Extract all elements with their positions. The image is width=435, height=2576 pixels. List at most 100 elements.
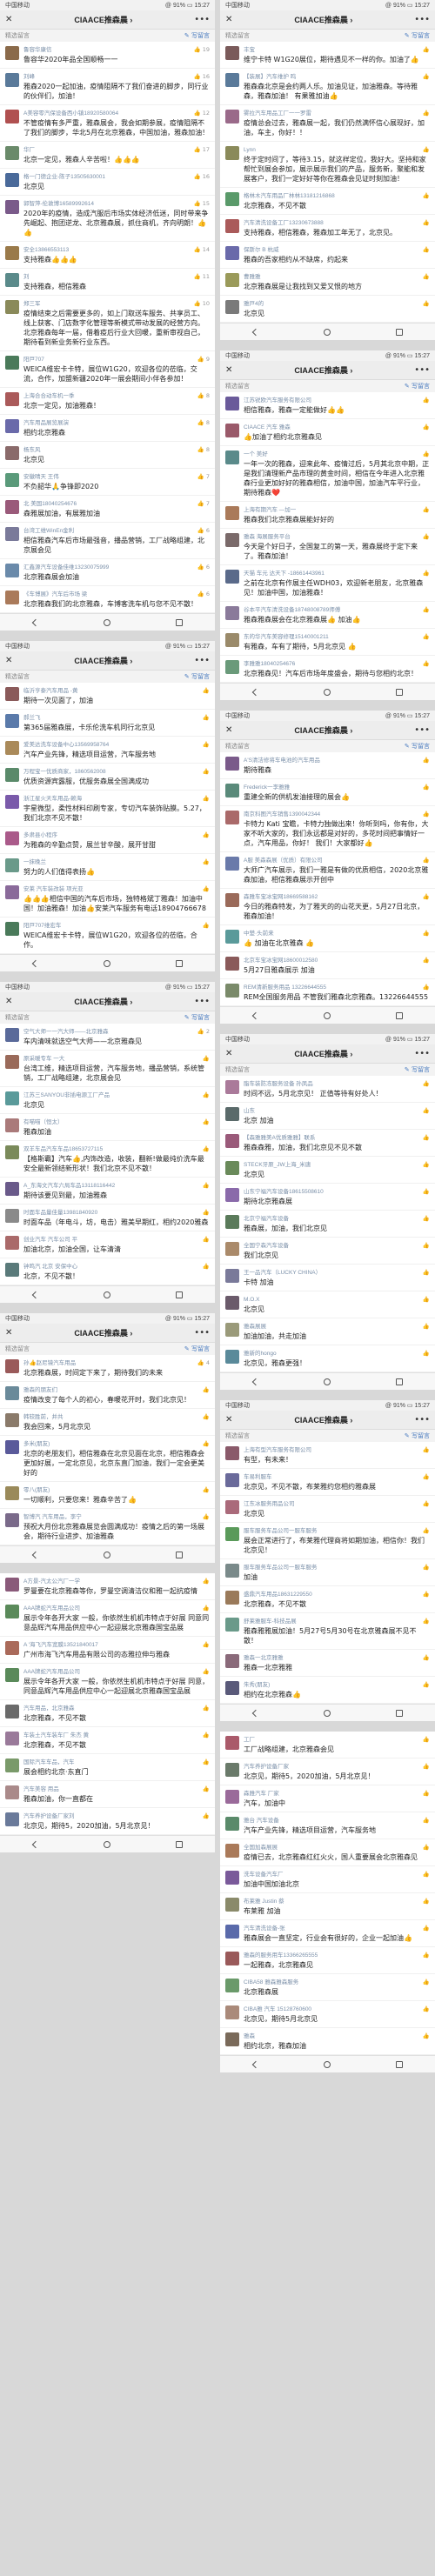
commenter-name[interactable]: A_东海文汽车六局车品13118116442 (23, 1182, 210, 1190)
page-title[interactable]: CIAACE推森晨 › (294, 14, 352, 25)
commenter-name[interactable]: A '海飞汽车宽膜13521840017 (23, 1641, 210, 1649)
avatar[interactable] (225, 784, 239, 797)
like-button[interactable]: 👍 (203, 1732, 210, 1738)
like-button[interactable]: 👍 (203, 1440, 210, 1447)
avatar[interactable] (5, 795, 19, 809)
avatar[interactable] (5, 687, 19, 701)
like-button[interactable]: 👍 (423, 1763, 430, 1770)
avatar[interactable] (5, 858, 19, 872)
commenter-name[interactable]: 车装土汽车装车厂 朱杰 黄 (23, 1732, 210, 1739)
avatar[interactable] (225, 1591, 239, 1605)
commenter-name[interactable]: 李雅雅18040254676 (244, 660, 430, 668)
avatar[interactable] (225, 1618, 239, 1632)
like-button[interactable]: 👍 (203, 1668, 210, 1675)
avatar[interactable] (225, 957, 239, 971)
commenter-name[interactable]: 江东冰服务用品公司 (244, 1500, 430, 1508)
like-button[interactable]: 👍 12 (194, 110, 210, 117)
avatar[interactable] (5, 1263, 19, 1277)
like-button[interactable]: 👍 (423, 506, 430, 513)
back-nav-icon[interactable] (31, 1840, 39, 1848)
like-button[interactable]: 👍 (203, 1578, 210, 1585)
home-nav-icon[interactable] (323, 1709, 331, 1717)
commenter-name[interactable]: 朱秀(朋友) (244, 1681, 430, 1689)
avatar[interactable] (225, 1188, 239, 1202)
avatar[interactable] (225, 1564, 239, 1578)
commenter-name[interactable]: 一个 美好 (244, 450, 430, 458)
avatar[interactable] (5, 564, 19, 577)
avatar[interactable] (225, 273, 239, 287)
like-button[interactable]: 👍 (423, 46, 430, 53)
like-button[interactable]: 👍 6 (197, 591, 210, 597)
back-nav-icon[interactable] (251, 1378, 259, 1385)
avatar[interactable] (5, 73, 19, 87)
like-button[interactable]: 👍 (203, 1055, 210, 1062)
commenter-name[interactable]: M.O.X (244, 1296, 430, 1304)
like-button[interactable]: 👍 (423, 146, 430, 153)
avatar[interactable] (5, 1386, 19, 1400)
avatar[interactable] (5, 1812, 19, 1826)
home-nav-icon[interactable] (323, 1011, 331, 1019)
avatar[interactable] (5, 246, 19, 260)
commenter-name[interactable]: A'S清洁修将车电池的汽车用品 (244, 757, 430, 764)
commenter-name[interactable]: 多肃县小程序 (23, 831, 210, 839)
like-button[interactable]: 👍 (423, 1736, 430, 1743)
commenter-name[interactable]: 雅戸4的 (244, 300, 430, 308)
avatar[interactable] (225, 533, 239, 547)
recents-nav-icon[interactable] (395, 1709, 403, 1717)
commenter-name[interactable]: 万程宝一优质商家，1860562008 (23, 768, 210, 776)
avatar[interactable] (5, 1209, 19, 1223)
like-button[interactable]: 👍 (423, 273, 430, 280)
like-button[interactable]: 👍 (203, 1182, 210, 1189)
avatar[interactable] (225, 1296, 239, 1310)
commenter-name[interactable]: 多米(朋友) (23, 1440, 210, 1448)
write-comment-button[interactable]: ✎ 写留言 (184, 1345, 210, 1353)
avatar[interactable] (5, 273, 19, 287)
recents-nav-icon[interactable] (175, 1840, 183, 1848)
like-button[interactable]: 👍 (423, 1080, 430, 1087)
avatar[interactable] (225, 450, 239, 464)
like-button[interactable]: 👍 (423, 1591, 430, 1598)
close-icon[interactable]: ✕ (225, 15, 232, 24)
like-button[interactable]: 👍 14 (194, 246, 210, 253)
commenter-name[interactable]: 安徽晴天 王伟 (23, 473, 210, 481)
commenter-name[interactable]: AAA牌蛇汽车用品公司 (23, 1605, 210, 1612)
like-button[interactable]: 👍 (423, 450, 430, 457)
avatar[interactable] (5, 1758, 19, 1772)
avatar[interactable] (5, 146, 19, 160)
commenter-name[interactable]: 山东 (244, 1107, 430, 1115)
recents-nav-icon[interactable] (395, 688, 403, 696)
commenter-name[interactable]: 国际汽车车品，汽车 (23, 1758, 210, 1766)
like-button[interactable]: 👍 17 (194, 146, 210, 153)
page-title[interactable]: CIAACE推森晨 › (294, 1048, 352, 1059)
commenter-name[interactable]: A服 美森森展（优质）有限公司 (244, 857, 430, 864)
commenter-name[interactable]: 北 美国18040254676 (23, 500, 210, 508)
commenter-name[interactable]: 雅森 海展服务平台 (244, 533, 430, 541)
avatar[interactable] (225, 1871, 239, 1885)
back-nav-icon[interactable] (251, 2060, 259, 2068)
more-icon[interactable]: ••• (414, 365, 430, 375)
avatar[interactable] (5, 46, 19, 60)
commenter-name[interactable]: 上海有型汽车服务有限公司 (244, 1446, 430, 1454)
avatar[interactable] (225, 1473, 239, 1487)
avatar[interactable] (5, 1145, 19, 1159)
commenter-name[interactable]: 北京宁福汽车设备 (244, 1215, 430, 1223)
like-button[interactable]: 👍 (423, 533, 430, 540)
more-icon[interactable]: ••• (414, 15, 430, 24)
avatar[interactable] (5, 1732, 19, 1745)
avatar[interactable] (225, 857, 239, 871)
avatar[interactable] (5, 1513, 19, 1527)
avatar[interactable] (5, 1605, 19, 1618)
commenter-name[interactable]: 阳戸707 (23, 356, 210, 364)
commenter-name[interactable]: 郝兰飞 (23, 714, 210, 722)
avatar[interactable] (225, 506, 239, 520)
commenter-name[interactable]: 山东宁福汽车设备18615508610 (244, 1188, 430, 1196)
commenter-name[interactable]: 中楚·头前来 (244, 930, 430, 938)
close-icon[interactable]: ✕ (5, 1328, 12, 1338)
like-button[interactable]: 👍 (203, 1486, 210, 1493)
avatar[interactable] (225, 1242, 239, 1256)
commenter-name[interactable]: 全国加森展展 (244, 1844, 430, 1852)
commenter-name[interactable]: 森雅汽车 厂家 (244, 1790, 430, 1798)
like-button[interactable]: 👍 (203, 1091, 210, 1098)
avatar[interactable] (5, 173, 19, 187)
page-title[interactable]: CIAACE推森晨 › (74, 996, 132, 1007)
